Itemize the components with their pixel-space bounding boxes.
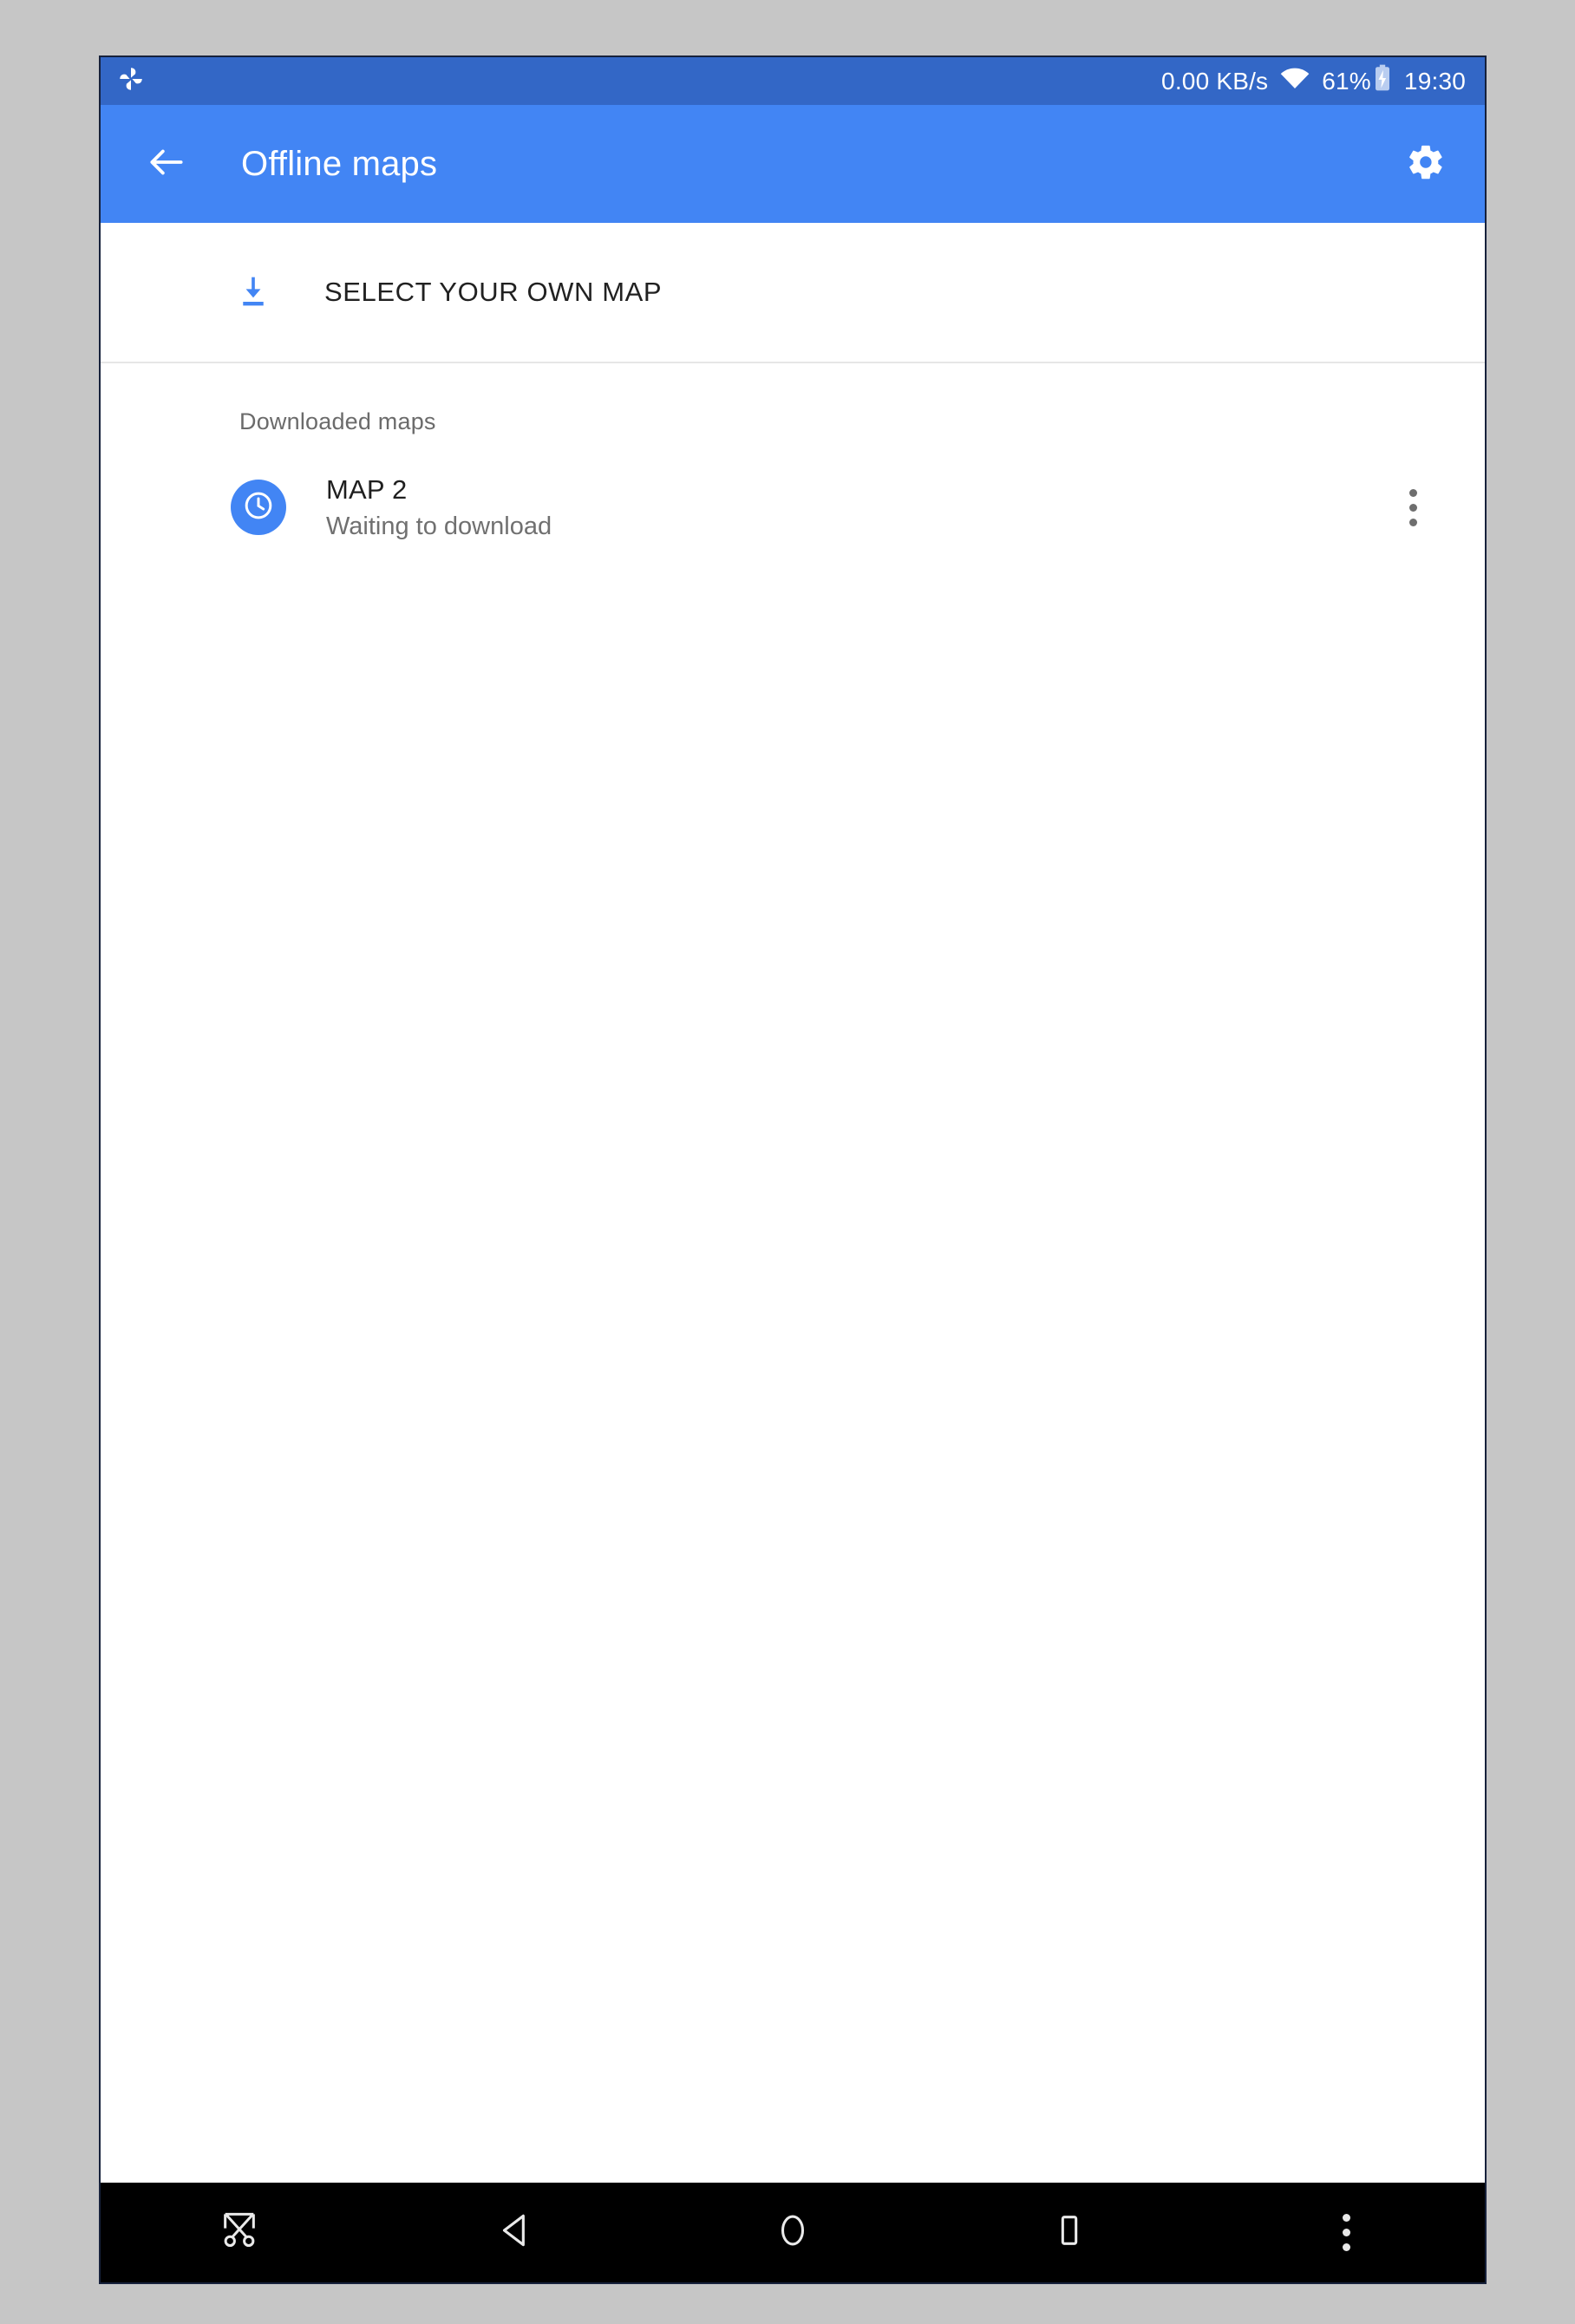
select-your-own-map-row[interactable]: SELECT YOUR OWN MAP — [101, 223, 1485, 362]
battery-charging-icon — [1373, 64, 1392, 98]
device-screen: 0.00 KB/s 61% 19:30 Offline maps SELECT … — [99, 55, 1487, 2284]
status-bar: 0.00 KB/s 61% 19:30 — [101, 57, 1485, 105]
scissors-icon — [215, 2206, 264, 2259]
page-title: Offline maps — [241, 144, 438, 183]
select-your-own-map-label: SELECT YOUR OWN MAP — [324, 277, 663, 307]
clock-icon — [241, 488, 276, 527]
list-item[interactable]: MAP 2 Waiting to download — [101, 435, 1485, 579]
square-recents-icon — [1049, 2210, 1089, 2255]
screenshot-canvas: 0.00 KB/s 61% 19:30 Offline maps SELECT … — [0, 0, 1575, 2324]
map-overflow-menu-button[interactable] — [1374, 468, 1452, 546]
map-status: Waiting to download — [326, 512, 552, 540]
map-item-texts: MAP 2 Waiting to download — [326, 474, 552, 541]
triangle-back-icon — [494, 2209, 538, 2256]
downloaded-maps-header: Downloaded maps — [239, 408, 436, 434]
battery-percent-text: 61% — [1322, 67, 1371, 95]
circle-home-icon — [773, 2210, 813, 2255]
home-button[interactable] — [654, 2183, 931, 2282]
system-navigation-bar — [101, 2183, 1485, 2282]
recents-button[interactable] — [931, 2183, 1208, 2282]
clock-text: 19:30 — [1403, 67, 1466, 95]
status-bar-left-icons — [116, 64, 146, 98]
download-icon — [232, 271, 274, 313]
gear-icon — [1406, 142, 1446, 186]
pinwheel-icon — [116, 64, 146, 98]
network-speed-text: 0.00 KB/s — [1161, 67, 1269, 95]
status-bar-right-group: 0.00 KB/s 61% 19:30 — [1161, 64, 1466, 98]
content-area: SELECT YOUR OWN MAP Downloaded maps MAP … — [101, 223, 1485, 2183]
battery-status: 61% — [1322, 64, 1392, 98]
back-arrow-icon — [145, 140, 188, 188]
more-vert-icon — [1408, 488, 1417, 526]
back-button[interactable] — [377, 2183, 654, 2282]
more-vert-icon — [1342, 2214, 1350, 2251]
settings-button[interactable] — [1393, 131, 1459, 197]
nav-more-button[interactable] — [1208, 2183, 1485, 2282]
map-status-avatar — [231, 480, 286, 535]
wifi-icon — [1280, 67, 1310, 95]
screenshot-button[interactable] — [101, 2183, 377, 2282]
map-title: MAP 2 — [326, 473, 408, 505]
back-navigation-button[interactable] — [135, 133, 198, 195]
app-bar: Offline maps — [101, 105, 1485, 223]
